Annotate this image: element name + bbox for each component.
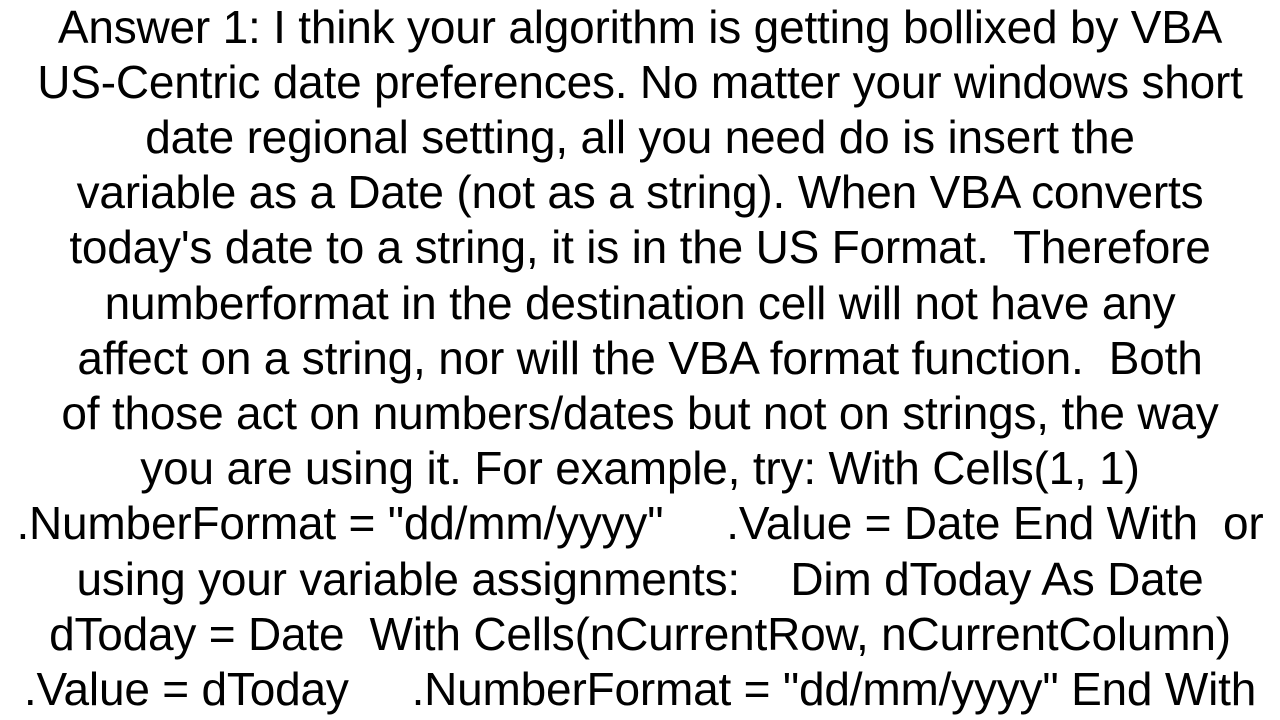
text-line: today's date to a string, it is in the U… (69, 221, 1211, 273)
text-line: numberformat in the destination cell wil… (104, 277, 1176, 329)
text-line: you are using it. For example, try: With… (140, 442, 1140, 494)
text-line: using your variable assignments: Dim dTo… (76, 553, 1204, 605)
text-line: US-Centric date preferences. No matter y… (37, 56, 1243, 108)
text-line: dToday = Date With Cells(nCurrentRow, nC… (49, 608, 1231, 660)
text-line: date regional setting, all you need do i… (145, 111, 1135, 163)
text-line: .Value = dToday .NumberFormat = "dd/mm/y… (23, 663, 1257, 715)
text-line: Answer 1: I think your algorithm is gett… (57, 1, 1223, 53)
text-line: .NumberFormat = "dd/mm/yyyy" .Value = Da… (16, 497, 1264, 549)
text-line: affect on a string, nor will the VBA for… (77, 332, 1203, 384)
answer-text-block: Answer 1: I think your algorithm is gett… (0, 0, 1280, 720)
text-line: of those act on numbers/dates but not on… (61, 387, 1219, 439)
text-line: variable as a Date (not as a string). Wh… (76, 166, 1204, 218)
